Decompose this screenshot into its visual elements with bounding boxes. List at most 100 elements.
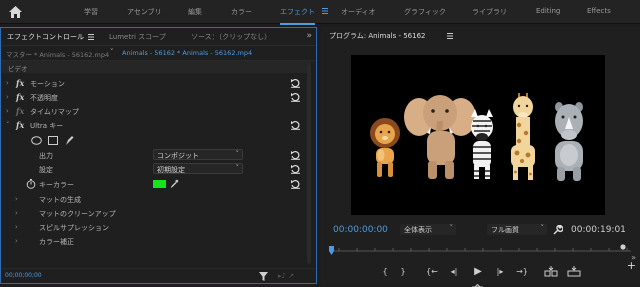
workspace-tab-effects-jp[interactable]: エフェクト	[280, 7, 315, 25]
twirl-right-icon[interactable]: ›	[15, 237, 18, 245]
chevron-down-icon: ˅	[540, 224, 545, 232]
workspace-tab-libraries[interactable]: ライブラリ	[472, 7, 507, 17]
transport-controls: { } {← ◂| ▶ |▸ →}	[321, 265, 640, 281]
playback-resolution-select[interactable]: フル画質 ˅	[487, 224, 547, 235]
rectangle-mask-icon[interactable]	[48, 136, 58, 145]
lion-illustration	[370, 118, 400, 177]
effect-row-opacity[interactable]: › fx 不透明度	[1, 91, 311, 104]
program-monitor-title[interactable]: プログラム: Animals - 56162	[329, 31, 426, 41]
workspace-tab-learning[interactable]: 学習	[84, 7, 98, 17]
subgroup-matte-cleanup[interactable]: › マットのクリーンアップ	[1, 207, 311, 220]
twirl-right-icon[interactable]: ›	[15, 195, 18, 203]
reset-icon[interactable]	[290, 92, 301, 102]
output-value: コンポジット	[157, 152, 199, 160]
twirl-right-icon[interactable]: ›	[6, 107, 9, 115]
zoom-level-value: 全体表示	[404, 226, 432, 234]
playhead-handle[interactable]	[329, 246, 334, 255]
stopwatch-icon[interactable]	[26, 179, 36, 189]
reset-icon[interactable]	[290, 179, 301, 189]
step-back-icon[interactable]: ◂|	[447, 265, 461, 279]
workspace-tab-editing[interactable]: Editing	[536, 7, 560, 15]
go-to-out-icon[interactable]: →}	[515, 265, 529, 279]
reset-icon[interactable]	[290, 120, 301, 130]
fx-badge-icon[interactable]: fx	[16, 120, 24, 130]
panel-tab-bar: エフェクトコントロール Lumetri スコープ ソース：（クリップなし） »	[1, 28, 316, 46]
subgroup-spill-suppression[interactable]: › スピルサプレッション	[1, 221, 311, 234]
elephant-illustration	[404, 95, 476, 179]
home-icon[interactable]	[8, 5, 23, 19]
mark-in-icon[interactable]: {	[378, 265, 392, 279]
effect-row-motion[interactable]: › fx モーション	[1, 77, 311, 90]
pen-mask-icon[interactable]	[64, 135, 74, 146]
reset-icon[interactable]	[290, 150, 301, 160]
twirl-right-icon[interactable]: ›	[15, 223, 18, 231]
effect-controls-timecode[interactable]: 00;00;00;00	[5, 272, 42, 279]
hamburger-icon[interactable]	[322, 8, 328, 14]
twirl-down-icon[interactable]: ˅	[6, 121, 10, 129]
effect-name: Ultra キー	[30, 122, 64, 130]
play-icon[interactable]: ▶	[471, 265, 485, 279]
workspace-tab-audio[interactable]: オーディオ	[341, 7, 376, 17]
property-row-key-color: キーカラー	[1, 178, 311, 191]
twirl-right-icon[interactable]: ›	[6, 79, 9, 87]
panel-menu-icon[interactable]	[447, 33, 453, 39]
tab-source[interactable]: ソース：（クリップなし）	[191, 32, 271, 42]
current-timecode[interactable]: 00:00:00:00	[333, 225, 388, 235]
mask-tools-row	[1, 135, 311, 148]
fx-badge-icon: fx	[16, 106, 25, 116]
effect-row-ultra-key[interactable]: ˅ fx Ultra キー	[1, 119, 311, 132]
sequence-clip-label[interactable]: Animals - 56162 * Animals - 56162.mp4	[122, 49, 252, 57]
overwrite-icon[interactable]	[567, 266, 581, 277]
reset-icon[interactable]	[290, 78, 301, 88]
workspace-tab-assembly[interactable]: アセンブリ	[127, 7, 162, 17]
mark-out-icon[interactable]: }	[396, 265, 410, 279]
vertical-scrollbar[interactable]	[307, 64, 311, 264]
workspace-tab-editing-jp[interactable]: 編集	[188, 7, 202, 17]
add-button-icon[interactable]: +	[627, 259, 636, 272]
property-row-setting: 設定 初期設定 ˅	[1, 163, 311, 176]
effect-name: モーション	[30, 80, 65, 88]
workspace-tab-graphics[interactable]: グラフィック	[404, 7, 446, 17]
ellipse-mask-icon[interactable]	[31, 136, 42, 145]
twirl-right-icon[interactable]: ›	[15, 209, 18, 217]
output-select[interactable]: コンポジット ˅	[153, 149, 243, 160]
subgroup-label: スピルサプレッション	[39, 224, 109, 232]
key-color-swatch[interactable]	[153, 180, 166, 188]
setting-select[interactable]: 初期設定 ˅	[153, 163, 243, 174]
effect-row-time-remap[interactable]: › fx タイムリマップ	[1, 105, 311, 118]
subgroup-label: マットのクリーンアップ	[39, 210, 116, 218]
fx-badge-icon[interactable]: fx	[16, 92, 24, 102]
go-to-in-icon[interactable]: {←	[425, 265, 439, 279]
effect-controls-footer: 00;00;00;00 ▸♪ ↗	[1, 268, 316, 284]
step-forward-icon[interactable]: |▸	[493, 265, 507, 279]
animals-frame-image	[370, 93, 583, 181]
reset-icon[interactable]	[290, 164, 301, 174]
time-ruler[interactable]	[329, 243, 631, 253]
video-viewer[interactable]	[351, 55, 605, 215]
master-clip-label[interactable]: マスター * Animals - 56162.mp4	[6, 49, 109, 59]
panel-overflow-icon[interactable]: »	[306, 31, 312, 41]
subgroup-label: マットの生成	[39, 196, 81, 204]
panel-menu-icon[interactable]	[88, 34, 94, 40]
subgroup-matte-generation[interactable]: › マットの生成	[1, 193, 311, 206]
twirl-right-icon[interactable]: ›	[6, 93, 9, 101]
eyedropper-icon[interactable]	[170, 179, 179, 189]
chevron-down-icon: ˅	[235, 164, 240, 172]
wrench-icon[interactable]	[553, 225, 563, 235]
rhino-illustration	[555, 102, 583, 181]
fx-badge-icon[interactable]: fx	[16, 78, 24, 88]
zoom-level-select[interactable]: 全体表示 ˅	[400, 224, 456, 235]
export-audio-icon[interactable]: ▸♪ ↗	[278, 272, 294, 280]
tab-lumetri-scopes[interactable]: Lumetri スコープ	[109, 32, 166, 42]
output-label: 出力	[39, 152, 53, 160]
chevron-down-icon[interactable]: ˅	[110, 48, 114, 56]
subgroup-color-correction[interactable]: › カラー補正	[1, 235, 311, 248]
giraffe-illustration	[511, 93, 535, 180]
setting-label: 設定	[39, 166, 53, 174]
workspace-tab-color[interactable]: カラー	[231, 7, 252, 17]
tab-effect-controls[interactable]: エフェクトコントロール	[7, 32, 84, 42]
insert-icon[interactable]	[544, 266, 558, 277]
filter-icon[interactable]	[259, 272, 268, 281]
program-monitor: プログラム: Animals - 56162 00:00:00:00 全体表示 …	[321, 27, 640, 287]
workspace-tab-effects[interactable]: Effects	[587, 7, 611, 15]
